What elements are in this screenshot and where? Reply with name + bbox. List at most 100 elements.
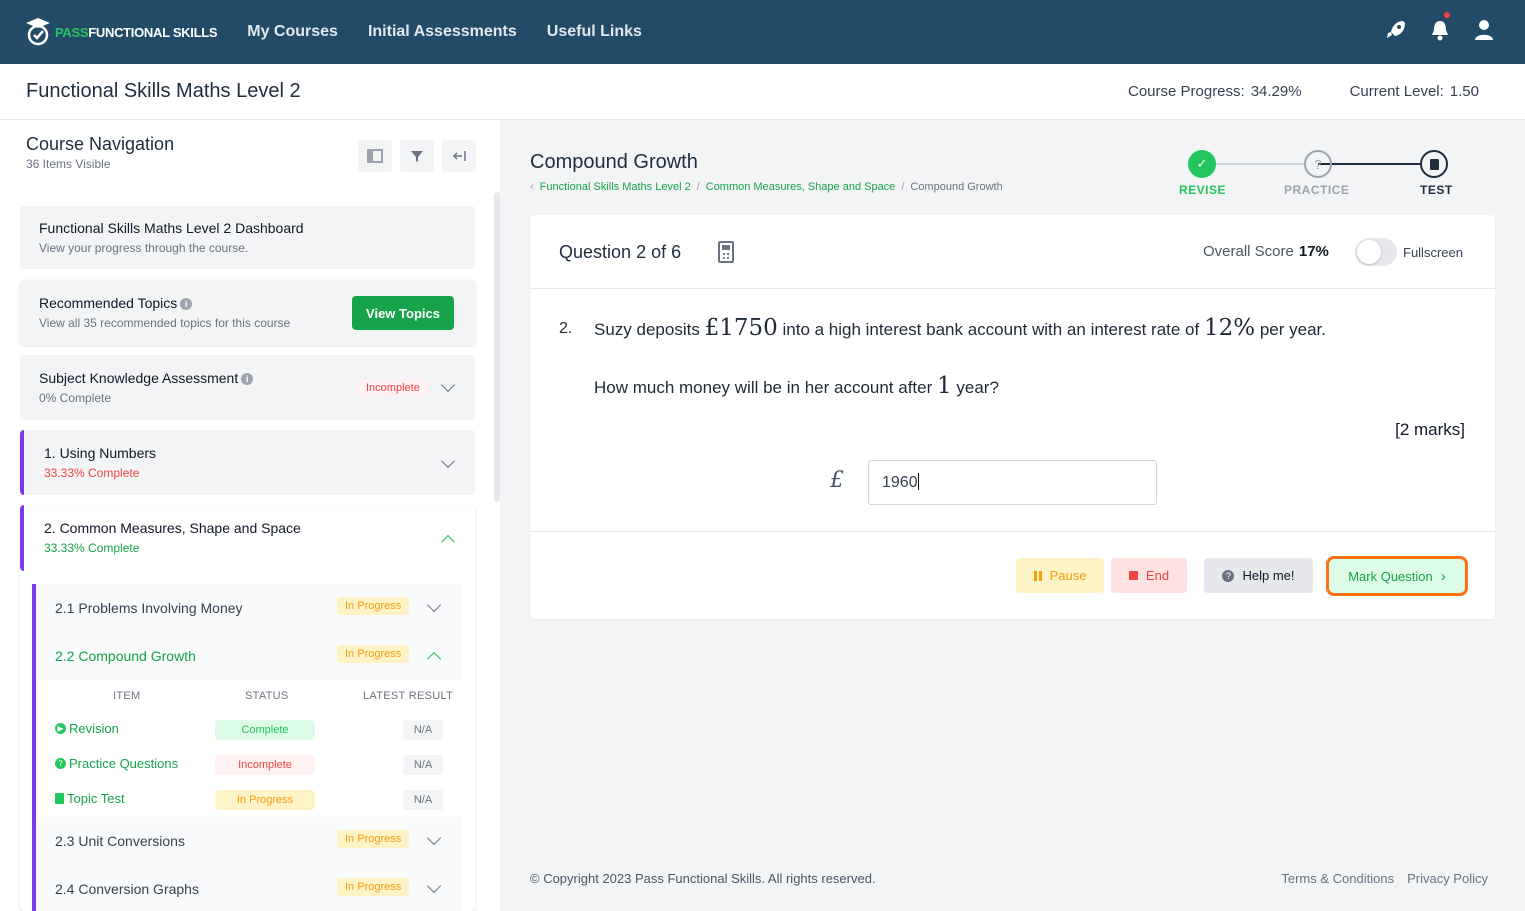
- item-topic-test-link[interactable]: Topic Test: [55, 791, 125, 806]
- rate-value: 12%: [1203, 315, 1256, 341]
- logo-text: PASSFUNCTIONAL SKILLS: [55, 24, 218, 40]
- play-icon: ▶: [55, 723, 66, 734]
- course-title: Functional Skills Maths Level 2: [26, 80, 301, 102]
- step-label-revise: REVISE: [1179, 183, 1227, 197]
- chevron-up-icon[interactable]: [440, 534, 456, 550]
- topic-status-badge: In Progress: [337, 878, 410, 896]
- sidebar-title: Course Navigation: [26, 134, 175, 154]
- item-revision-link[interactable]: ▶ Revision: [55, 721, 119, 736]
- nav-useful-links[interactable]: Useful Links: [547, 23, 642, 41]
- top-navbar: PASSFUNCTIONAL SKILLS My Courses Initial…: [0, 0, 1525, 64]
- recommended-topics-card: Recommended Topics i View all 35 recommen…: [20, 280, 475, 345]
- section-progress: 33.33% Complete: [44, 541, 140, 555]
- item-practice-questions-link[interactable]: ? Practice Questions: [55, 756, 178, 771]
- recommended-title: Recommended Topics i: [39, 295, 193, 311]
- privacy-link[interactable]: Privacy Policy: [1407, 871, 1488, 886]
- terms-link[interactable]: Terms & Conditions: [1281, 871, 1394, 886]
- table-status-badge: Complete: [215, 720, 315, 740]
- chevron-left-icon[interactable]: ‹: [530, 181, 534, 193]
- filter-icon: [411, 151, 423, 162]
- section-title: 2. Common Measures, Shape and Space: [44, 520, 301, 536]
- breadcrumb-course[interactable]: Functional Skills Maths Level 2: [540, 181, 691, 193]
- ska-title: Subject Knowledge Assessment i: [39, 370, 254, 386]
- topic-label: 2.2 Compound Growth: [55, 648, 196, 664]
- section-using-numbers[interactable]: 1. Using Numbers 33.33% Complete: [20, 430, 475, 495]
- bell-icon[interactable]: [1429, 12, 1451, 42]
- divider: [530, 531, 1495, 532]
- breadcrumb: ‹ Functional Skills Maths Level 2 / Comm…: [530, 181, 1003, 193]
- dashboard-title: Functional Skills Maths Level 2 Dashboar…: [39, 220, 304, 236]
- answer-input[interactable]: 1960: [868, 460, 1157, 505]
- chevron-down-icon[interactable]: [426, 878, 442, 894]
- step-practice-question-icon[interactable]: ?: [1304, 150, 1332, 178]
- table-result: N/A: [403, 790, 443, 810]
- step-revise-check-icon[interactable]: ✓: [1188, 150, 1216, 178]
- chevron-down-icon[interactable]: [440, 377, 456, 393]
- filter-button[interactable]: [400, 140, 434, 172]
- fullscreen-toggle[interactable]: [1355, 238, 1397, 266]
- nav-my-courses[interactable]: My Courses: [247, 23, 338, 41]
- chevron-down-icon[interactable]: [440, 453, 456, 469]
- subject-knowledge-card[interactable]: Subject Knowledge Assessment i 0% Complet…: [20, 355, 475, 420]
- currency-symbol: £: [830, 468, 844, 493]
- ska-subtitle: 0% Complete: [39, 391, 112, 405]
- info-icon[interactable]: i: [241, 373, 254, 385]
- table-status-badge: Incomplete: [215, 755, 315, 775]
- chevron-down-icon[interactable]: [426, 597, 442, 613]
- document-icon: [55, 793, 64, 804]
- topic-compound-growth[interactable]: 2.2 Compound Growth In Progress: [36, 632, 462, 680]
- help-button[interactable]: ? Help me!: [1204, 558, 1313, 593]
- table-header-status: STATUS: [245, 690, 289, 702]
- info-icon[interactable]: i: [180, 298, 193, 310]
- collapse-left-icon: [452, 151, 466, 161]
- topic-status-badge: In Progress: [337, 830, 410, 848]
- marks-label: [2 marks]: [1395, 420, 1465, 439]
- step-test-document-icon[interactable]: [1420, 150, 1448, 178]
- view-topics-button[interactable]: View Topics: [352, 296, 454, 330]
- topic-conversion-graphs[interactable]: 2.4 Conversion Graphs In Progress: [36, 865, 462, 911]
- section-accent-bar: [20, 430, 24, 495]
- breadcrumb-separator: /: [696, 181, 700, 193]
- question-icon: ?: [55, 758, 66, 769]
- question-prompt: How much money will be in her account af…: [594, 373, 999, 399]
- chevron-down-icon[interactable]: [426, 830, 442, 846]
- sidebar-scrollbar[interactable]: [494, 192, 500, 502]
- topic-unit-conversions[interactable]: 2.3 Unit Conversions In Progress: [36, 817, 462, 865]
- dashboard-subtitle: View your progress through the course.: [39, 241, 249, 255]
- panel-icon: [367, 149, 383, 163]
- rocket-icon[interactable]: [1385, 18, 1407, 42]
- calculator-icon[interactable]: [718, 241, 734, 263]
- topic-status-badge: In Progress: [337, 645, 410, 663]
- chevron-up-icon[interactable]: [426, 651, 442, 667]
- topic-problems-involving-money[interactable]: 2.1 Problems Involving Money In Progress: [36, 584, 462, 632]
- amount-value: £1750: [704, 315, 778, 341]
- table-header-item: ITEM: [113, 690, 141, 702]
- question-index: 2.: [559, 320, 573, 337]
- notification-dot: [1444, 12, 1450, 18]
- pause-icon: [1033, 570, 1042, 581]
- topic-label: 2.1 Problems Involving Money: [55, 600, 243, 616]
- dashboard-card[interactable]: Functional Skills Maths Level 2 Dashboar…: [20, 206, 475, 269]
- breadcrumb-separator: /: [901, 181, 905, 193]
- progress-stepper: ✓ ? REVISE PRACTICE TEST: [1160, 148, 1470, 200]
- chevron-right-icon: ›: [1440, 567, 1446, 585]
- mark-question-button[interactable]: Mark Question ›: [1326, 556, 1468, 596]
- user-icon[interactable]: [1473, 18, 1495, 42]
- breadcrumb-section[interactable]: Common Measures, Shape and Space: [706, 181, 896, 193]
- nav-initial-assessments[interactable]: Initial Assessments: [368, 23, 517, 41]
- section-accent-bar: [20, 505, 24, 571]
- question-card: Question 2 of 6 Overall Score 17% Fullscr…: [530, 215, 1495, 619]
- toggle-panel-button[interactable]: [358, 140, 392, 172]
- collapse-sidebar-button[interactable]: [442, 140, 476, 172]
- step-label-practice: PRACTICE: [1284, 183, 1350, 197]
- section-progress: 33.33% Complete: [44, 466, 140, 480]
- end-button[interactable]: End: [1111, 558, 1187, 593]
- toggle-knob: [1357, 240, 1381, 264]
- logo[interactable]: PASSFUNCTIONAL SKILLS: [25, 17, 218, 47]
- step-connector: [1318, 163, 1420, 165]
- copyright-text: © Copyright 2023 Pass Functional Skills.…: [530, 871, 876, 886]
- pause-button[interactable]: Pause: [1016, 558, 1104, 593]
- stop-icon: [1128, 571, 1138, 580]
- topic-label: 2.4 Conversion Graphs: [55, 881, 199, 897]
- table-result: N/A: [403, 755, 443, 775]
